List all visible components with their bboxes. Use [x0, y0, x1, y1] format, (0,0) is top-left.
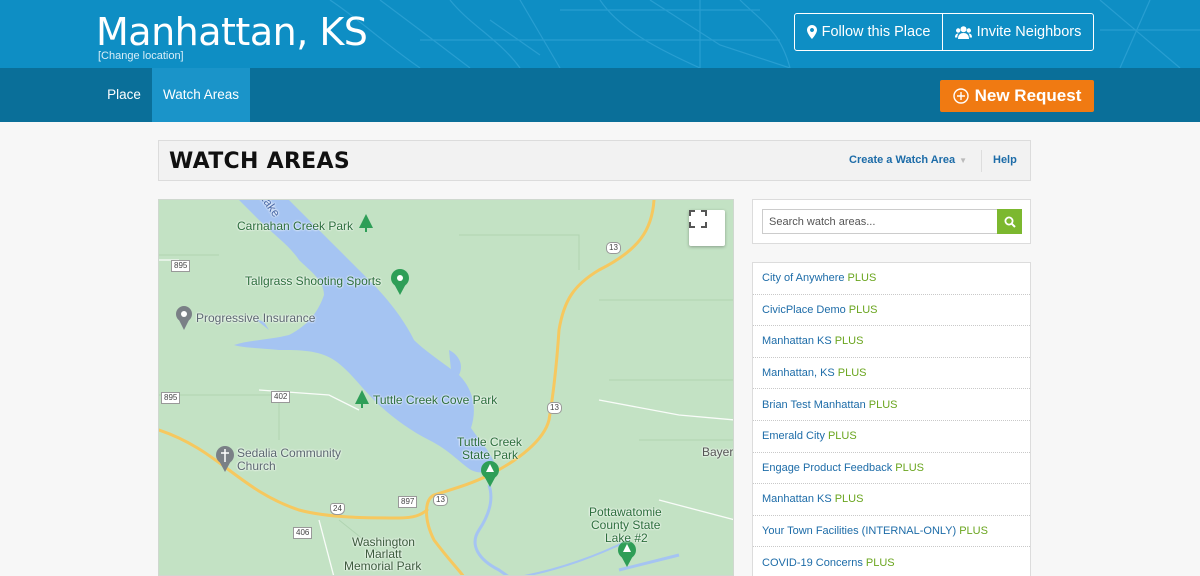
map-label-carnahan: Carnahan Creek Park: [237, 219, 354, 233]
watch-area-name: Your Town Facilities (INTERNAL-ONLY): [762, 525, 957, 538]
watch-areas-panel-header: WATCH AREAS Create a Watch Area ▼ Help: [158, 140, 1031, 181]
divider: [981, 150, 982, 172]
watch-area-item[interactable]: Manhattan KS PLUS: [753, 484, 1030, 516]
map-label-sedalia-2: Church: [237, 459, 276, 473]
watch-area-search-box: [752, 199, 1031, 244]
users-icon: [954, 25, 972, 39]
plus-badge: PLUS: [848, 303, 878, 316]
place-header: Manhattan, KS [Change location] Follow t…: [0, 0, 1200, 68]
search-watch-areas-input[interactable]: [762, 209, 998, 234]
map-marker-icon: [806, 25, 817, 39]
road-shield: 13: [606, 242, 621, 254]
road-shield: 13: [433, 494, 448, 506]
follow-place-button[interactable]: Follow this Place: [795, 14, 943, 50]
map-label-pottawatomie-1: Pottawatomie: [589, 505, 662, 519]
plus-badge: PLUS: [834, 493, 864, 506]
watch-area-item[interactable]: Your Town Facilities (INTERNAL-ONLY) PLUS: [753, 516, 1030, 548]
map-label-tuttle-state-2: State Park: [462, 448, 519, 462]
map-label-sedalia-1: Sedalia Community: [237, 446, 342, 460]
road-shield: 897: [398, 496, 418, 508]
watch-area-name: Manhattan KS: [762, 493, 832, 506]
watch-area-name: Manhattan, KS: [762, 367, 835, 380]
new-request-label: New Request: [974, 86, 1082, 105]
watch-area-name: Brian Test Manhattan: [762, 398, 866, 411]
watch-area-name: Manhattan KS: [762, 335, 832, 348]
change-location-link[interactable]: [Change location]: [98, 50, 184, 62]
watch-area-name: COVID-19 Concerns: [762, 556, 863, 569]
watch-area-item[interactable]: Engage Product Feedback PLUS: [753, 453, 1030, 485]
watch-area-name: Engage Product Feedback: [762, 461, 893, 474]
create-watch-area-dropdown[interactable]: Create a Watch Area ▼: [849, 154, 967, 166]
watch-area-item[interactable]: Manhattan KS PLUS: [753, 326, 1030, 358]
fullscreen-button[interactable]: [689, 210, 725, 246]
plus-badge: PLUS: [837, 367, 867, 380]
watch-area-name: CivicPlace Demo: [762, 303, 846, 316]
caret-down-icon: ▼: [959, 156, 968, 165]
follow-place-label: Follow this Place: [821, 24, 931, 40]
road-shield: 13: [547, 402, 562, 414]
watch-area-item[interactable]: COVID-19 Concerns PLUS: [753, 547, 1030, 576]
watch-area-item[interactable]: Emerald City PLUS: [753, 421, 1030, 453]
create-watch-area-label: Create a Watch Area: [849, 154, 956, 166]
place-title: Manhattan, KS: [96, 10, 368, 54]
plus-badge: PLUS: [865, 556, 895, 569]
watch-area-item[interactable]: Manhattan, KS PLUS: [753, 358, 1030, 390]
map-label-progressive: Progressive Insurance: [196, 311, 316, 325]
watch-areas-map[interactable]: Lake Carnahan Creek Park Tallgrass Shoot…: [158, 199, 734, 576]
search-icon: [1004, 216, 1016, 228]
new-request-button[interactable]: New Request: [940, 80, 1094, 112]
fullscreen-icon: [689, 210, 707, 228]
road-shield: 402: [271, 391, 291, 403]
nav-tab-watch-areas[interactable]: Watch Areas: [152, 68, 250, 122]
road-shield: 895: [161, 392, 181, 404]
map-label-tallgrass: Tallgrass Shooting Sports: [245, 274, 382, 288]
invite-neighbors-label: Invite Neighbors: [976, 24, 1082, 40]
watch-area-name: Emerald City: [762, 430, 825, 443]
watch-area-item[interactable]: Brian Test Manhattan PLUS: [753, 389, 1030, 421]
road-shield: 895: [171, 260, 191, 272]
map-label-pottawatomie-3: Lake #2: [605, 531, 648, 545]
header-action-group: Follow this Place Invite Neighbors: [794, 13, 1094, 51]
page-title: WATCH AREAS: [169, 149, 350, 174]
nav-tab-place[interactable]: Place: [96, 68, 152, 122]
map-label-tuttle-state-1: Tuttle Creek: [457, 435, 522, 449]
invite-neighbors-button[interactable]: Invite Neighbors: [943, 14, 1093, 50]
watch-area-list: City of Anywhere PLUS CivicPlace Demo PLUS…: [752, 262, 1031, 576]
search-button[interactable]: [997, 209, 1022, 234]
plus-badge: PLUS: [834, 335, 864, 348]
watch-area-item[interactable]: City of Anywhere PLUS: [753, 263, 1030, 295]
map-label-tuttle-cove: Tuttle Creek Cove Park: [373, 393, 498, 407]
help-link[interactable]: Help: [993, 154, 1017, 166]
watch-area-item[interactable]: CivicPlace Demo PLUS: [753, 295, 1030, 327]
road-shield: 24: [330, 503, 345, 515]
watch-area-name: City of Anywhere: [762, 272, 845, 285]
plus-badge: PLUS: [959, 525, 988, 538]
plus-badge: PLUS: [868, 398, 898, 411]
plus-badge: PLUS: [847, 272, 877, 285]
map-label-washington-3: Memorial Park: [344, 559, 422, 573]
map-label-bayer: Bayer: [702, 445, 734, 459]
plus-badge: PLUS: [895, 461, 925, 474]
map-label-pottawatomie-2: County State: [591, 518, 661, 532]
plus-circle-icon: [952, 88, 969, 104]
road-shield: 406: [293, 527, 313, 539]
plus-badge: PLUS: [827, 430, 857, 443]
